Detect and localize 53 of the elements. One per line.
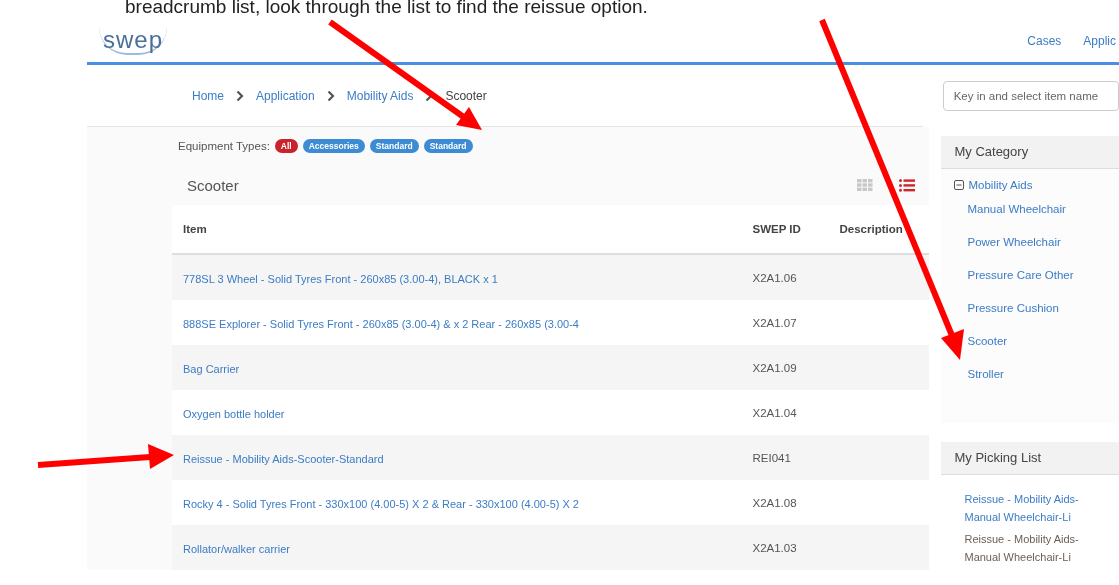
nav-link[interactable]: Cases [1027,34,1062,48]
table-row[interactable]: Rocky 4 - Solid Tyres Front - 330x100 (4.00-5) X 2 & Rear - 330x100 (4.00-5) X 2 X2A1.08 [172,480,930,525]
filter-tag[interactable]: All [274,139,298,153]
table-row[interactable]: Bag Carrier X2A1.09 [172,345,930,390]
swep-id-cell-text: X2A1.09 [752,361,798,374]
item-link[interactable]: 888SE Explorer - Solid Tyres Front - 260x85 (3.00-4) & x 2 Rear - 260x85 (3.00-4 [183,317,579,330]
column-header: SWEP ID [752,223,802,235]
category-link[interactable]: Stroller [967,368,1119,380]
filter-tag[interactable]: Accessories [302,139,365,153]
card-header: My Picking List [941,442,1119,475]
swep-id-cell-text: X2A1.06 [752,271,798,284]
category-link[interactable]: Pressure Cushion [967,302,1119,314]
table-row[interactable]: 888SE Explorer - Solid Tyres Front - 260x85 (3.00-4) & x 2 Rear - 260x85 (3.00-4 X2A1.07 [172,300,930,345]
collapse-icon[interactable] [954,180,965,190]
swep-id-cell-text: X2A1.08 [752,496,798,509]
column-header: Item [182,223,208,235]
item-link[interactable]: Rocky 4 - Solid Tyres Front - 330x100 (4.00-5) X 2 & Rear - 330x100 (4.00-5) X 2 [183,497,579,510]
picking-list-item[interactable]: Reissue - Mobility Aids-Manual Wheelchair-Li [964,490,1095,526]
panel-title: Scooter [187,176,239,194]
table-row[interactable]: Rollator/walker carrier X2A1.03 [172,525,930,570]
equipment-types-label: Equipment Types: [178,140,270,152]
search-field[interactable]: Key in and select item name [942,81,1119,111]
swep-id-cell-text: REI041 [752,451,792,464]
breadcrumb-link[interactable]: Home [192,88,224,103]
logo[interactable]: swep [99,27,168,55]
chevron-icon [326,89,335,102]
card-header: My Category [941,136,1119,169]
category-link[interactable]: Scooter [967,335,1119,347]
table-row[interactable]: Oxygen bottle holder X2A1.04 [172,390,930,435]
table-row[interactable]: 778SL 3 Wheel - Solid Tyres Front - 260x85 (3.00-4), BLACK x 1 X2A1.06 [172,255,930,300]
breadcrumb-link[interactable]: Mobility Aids [346,88,414,103]
table-row[interactable]: Reissue - Mobility Aids-Scooter-Standard REI041 [172,435,930,480]
list-view-icon[interactable] [899,178,916,192]
chevron-icon [236,89,244,102]
category-link[interactable]: Manual Wheelchair [967,203,1119,215]
swep-id-cell-text: X2A1.04 [752,406,798,419]
breadcrumb-link[interactable]: Application [256,88,315,103]
picking-list-item[interactable]: Reissue - Mobility Aids-Manual Wheelchair-Li [964,530,1095,566]
item-link[interactable]: Reissue - Mobility Aids-Scooter-Standard [183,452,384,465]
category-link[interactable]: Pressure Care Other [967,269,1119,281]
item-link[interactable]: Oxygen bottle holder [183,407,285,420]
swep-id-cell-text: X2A1.07 [752,316,798,329]
swep-id-cell-text: X2A1.03 [752,541,798,554]
item-link[interactable]: Rollator/walker carrier [183,542,290,555]
category-link[interactable]: Power Wheelchair [967,236,1119,248]
item-link[interactable]: 778SL 3 Wheel - Solid Tyres Front - 260x85 (3.00-4), BLACK x 1 [183,272,498,285]
category-link[interactable]: Mobility Aids [968,179,1033,191]
column-header: Description [839,223,904,235]
filter-tag[interactable]: Standard [423,139,473,153]
nav-link[interactable]: Applic [1083,34,1116,48]
item-link[interactable]: Bag Carrier [183,362,240,375]
filter-tag[interactable]: Standard [369,139,419,153]
instruction-text: breadcrumb list, look through the list to find the reissue option. [124,0,649,19]
